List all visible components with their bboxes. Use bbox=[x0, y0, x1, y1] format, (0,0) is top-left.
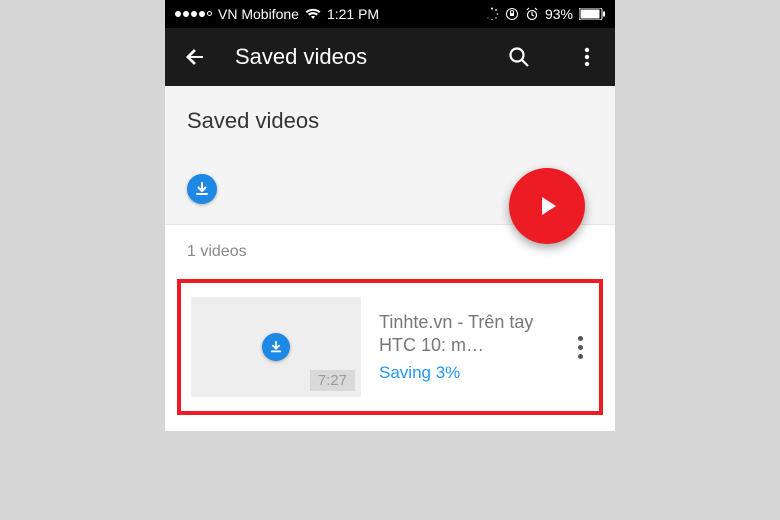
download-icon bbox=[262, 333, 290, 361]
alarm-icon bbox=[525, 7, 539, 21]
video-row-highlight: 7:27 Tinhte.vn - Trên tay HTC 10: m… Sav… bbox=[177, 279, 603, 415]
video-item-menu-button[interactable] bbox=[572, 330, 589, 365]
search-button[interactable] bbox=[507, 45, 531, 69]
phone-frame: VN Mobifone 1:21 PM 93% Saved bbox=[165, 0, 615, 431]
appbar-title: Saved videos bbox=[235, 44, 367, 70]
video-title: Tinhte.vn - Trên tay HTC 10: m… bbox=[379, 311, 554, 358]
battery-pct-label: 93% bbox=[545, 6, 573, 22]
video-thumbnail[interactable]: 7:27 bbox=[191, 297, 361, 397]
wifi-icon bbox=[305, 8, 321, 20]
back-button[interactable] bbox=[183, 45, 207, 69]
video-status: Saving 3% bbox=[379, 363, 554, 383]
video-duration: 7:27 bbox=[310, 370, 355, 391]
overflow-menu-button[interactable] bbox=[577, 45, 597, 69]
app-bar: Saved videos bbox=[165, 28, 615, 86]
section-heading: Saved videos bbox=[187, 108, 593, 134]
section-header: Saved videos bbox=[165, 86, 615, 225]
signal-strength bbox=[175, 11, 212, 17]
download-icon bbox=[187, 174, 217, 204]
video-meta[interactable]: Tinhte.vn - Trên tay HTC 10: m… Saving 3… bbox=[379, 311, 554, 384]
status-bar: VN Mobifone 1:21 PM 93% bbox=[165, 0, 615, 28]
carrier-label: VN Mobifone bbox=[218, 6, 299, 22]
clock-label: 1:21 PM bbox=[327, 6, 379, 22]
rotation-lock-icon bbox=[505, 7, 519, 21]
battery-icon bbox=[579, 8, 605, 20]
loading-icon bbox=[485, 7, 499, 21]
play-fab-button[interactable] bbox=[509, 168, 585, 244]
